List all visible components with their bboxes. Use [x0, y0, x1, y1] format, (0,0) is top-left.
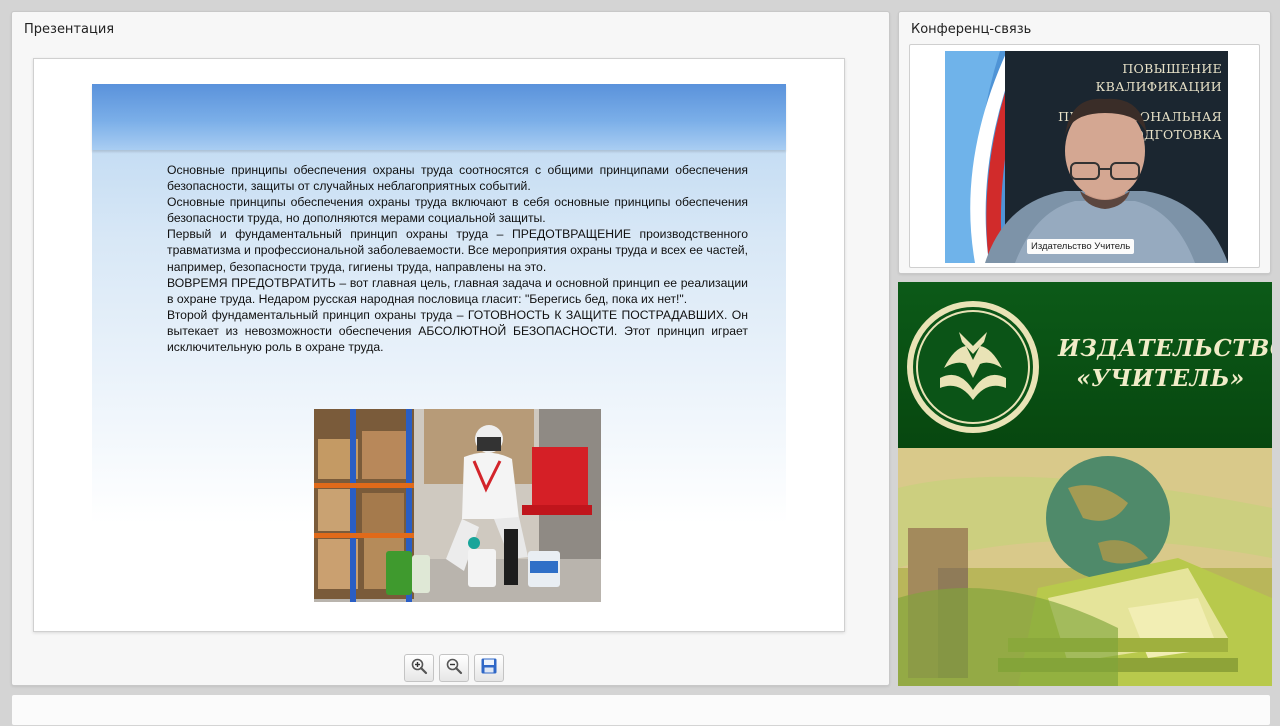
slide-paragraph: ВОВРЕМЯ ПРЕДОТВРАТИТЬ – вот главная цель…: [167, 275, 748, 306]
save-button[interactable]: [474, 654, 504, 682]
participant-name-label: Издательство Учитель: [1027, 239, 1135, 254]
conference-title: Конференц-связь: [911, 22, 1032, 37]
slide-toolbar: [404, 654, 504, 682]
zoom-out-icon: [445, 657, 463, 680]
slide-paragraph: Первый и фундаментальный принцип охраны …: [167, 227, 748, 274]
publisher-banner: ИЗДАТЕЛЬСТВО «УЧИТЕЛЬ»: [898, 282, 1272, 448]
save-icon: [480, 657, 498, 680]
publisher-name: ИЗДАТЕЛЬСТВО «УЧИТЕЛЬ»: [1058, 334, 1272, 394]
slide-text: Основные принципы обеспечения охраны тру…: [167, 162, 748, 355]
participant-video[interactable]: ПОВЫШЕНИЕ КВАЛИФИКАЦИИ ПРОФЕССИОНАЛЬНАЯ …: [945, 51, 1228, 263]
publisher-name-line1: ИЗДАТЕЛЬСТВО: [1058, 335, 1272, 362]
zoom-in-button[interactable]: [404, 654, 434, 682]
slide-paragraph: Второй фундаментальный принцип охраны тр…: [167, 307, 748, 355]
slide-paragraph: Основные принципы обеспечения охраны тру…: [167, 195, 748, 226]
slide-content: Основные принципы обеспечения охраны тру…: [92, 84, 786, 602]
bottom-panel: [11, 694, 1271, 726]
presentation-title: Презентация: [24, 22, 115, 37]
presentation-panel: Презентация Основные принципы обеспечени…: [11, 11, 890, 686]
book-logo-icon: [904, 298, 1042, 441]
slide-banner: [92, 84, 786, 150]
slide: Основные принципы обеспечения охраны тру…: [33, 58, 845, 632]
slide-paragraph: Основные принципы обеспечения охраны тру…: [167, 163, 748, 194]
zoom-out-button[interactable]: [439, 654, 469, 682]
worker-in-protective-suit-image: [314, 409, 601, 602]
globe-and-books-image: [898, 448, 1272, 686]
zoom-in-icon: [410, 657, 428, 680]
video-frame: ПОВЫШЕНИЕ КВАЛИФИКАЦИИ ПРОФЕССИОНАЛЬНАЯ …: [909, 44, 1260, 268]
conference-panel: Конференц-связь ПОВЫШЕНИЕ КВАЛИФИКАЦИИ П…: [898, 11, 1271, 274]
publisher-name-line2: «УЧИТЕЛЬ»: [1076, 365, 1245, 392]
